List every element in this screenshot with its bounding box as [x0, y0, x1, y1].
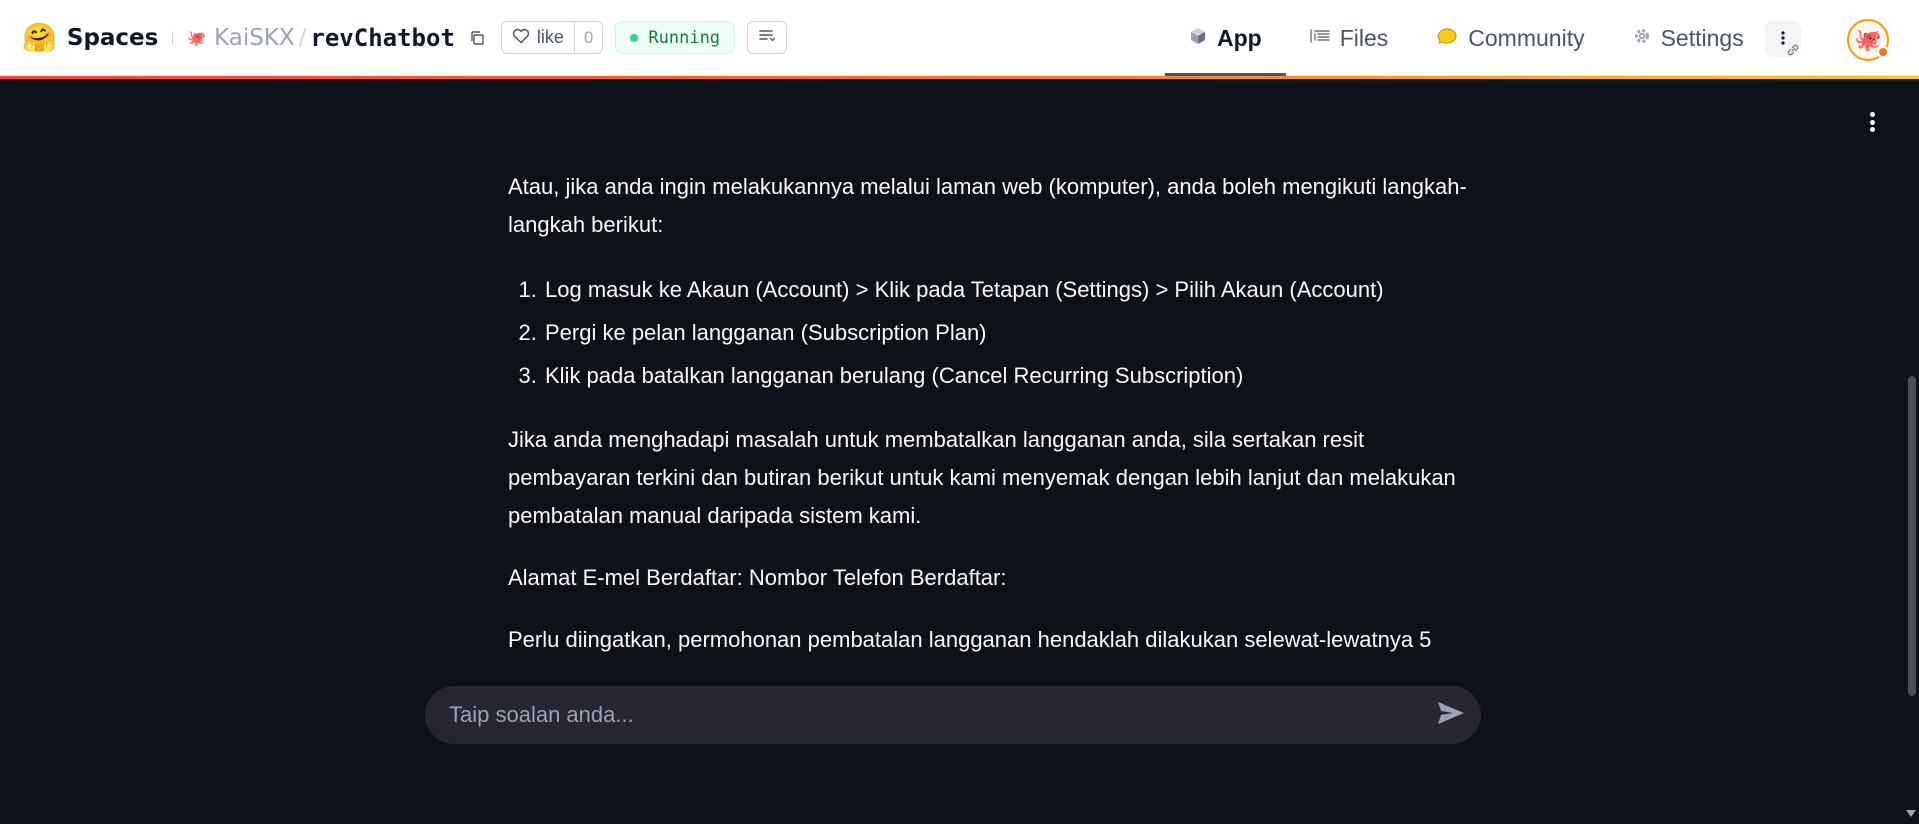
like-main[interactable]: like	[502, 22, 574, 53]
tab-community[interactable]: Community	[1412, 0, 1608, 76]
send-button[interactable]	[1421, 686, 1481, 744]
owner-avatar-icon: 🐙	[187, 28, 207, 47]
files-icon	[1310, 28, 1330, 48]
app-main-menu-icon[interactable]	[1862, 110, 1882, 134]
like-count[interactable]: 0	[573, 22, 602, 53]
header-divider	[172, 30, 174, 45]
repo-name-link[interactable]: revChatbot	[310, 24, 455, 52]
community-icon	[1436, 27, 1458, 49]
notification-dot	[1877, 46, 1889, 58]
breadcrumb-separator: /	[298, 24, 307, 51]
space-menu-button[interactable]	[747, 21, 788, 54]
step-item: Klik pada batalkan langganan berulang (C…	[543, 354, 1468, 397]
status-dot-icon	[630, 33, 639, 42]
scrollbar-thumb[interactable]	[1908, 376, 1916, 696]
steps-list: Log masuk ke Akaun (Account) > Klik pada…	[543, 268, 1468, 397]
link-icon	[1786, 42, 1800, 61]
top-header: 🤗 Spaces 🐙 KaiSKX / revChatbot like 0 Ru…	[0, 0, 1919, 76]
step-item: Pergi ke pelan langganan (Subscription P…	[543, 311, 1468, 354]
message-paragraph: Perlu diingatkan, permohonan pembatalan …	[508, 627, 1432, 652]
tab-settings-label: Settings	[1660, 24, 1744, 51]
gear-icon	[1633, 27, 1651, 49]
chat-message-area: Atau, jika anda ingin melakukannya melal…	[508, 168, 1468, 665]
tab-app-label: App	[1217, 24, 1262, 51]
spaces-brand[interactable]: 🤗 Spaces	[22, 20, 159, 54]
space-tabs: App Files Community Settings	[1165, 0, 1768, 76]
tab-community-label: Community	[1468, 24, 1585, 51]
tab-app[interactable]: App	[1165, 0, 1286, 76]
brand-title: Spaces	[66, 24, 159, 51]
hugging-face-logo-icon: 🤗	[22, 20, 57, 54]
vertical-dots-icon	[1781, 30, 1785, 49]
tab-files-label: Files	[1339, 24, 1389, 51]
chat-input-bar	[425, 686, 1481, 744]
chat-input[interactable]	[425, 686, 1421, 744]
repo-breadcrumb: 🐙 KaiSKX / revChatbot	[187, 24, 455, 52]
step-item: Log masuk ke Akaun (Account) > Klik pada…	[543, 268, 1468, 311]
cube-icon	[1189, 27, 1207, 49]
send-icon	[1437, 701, 1465, 729]
status-badge[interactable]: Running	[615, 21, 736, 54]
message-paragraph: Alamat E-mel Berdaftar: Nombor Telefon B…	[508, 565, 1007, 590]
status-text: Running	[648, 27, 721, 48]
user-avatar[interactable]: 🐙	[1847, 19, 1889, 61]
copy-icon[interactable]	[467, 28, 487, 48]
repo-owner-link[interactable]: KaiSKX	[214, 25, 295, 51]
tab-settings[interactable]: Settings	[1609, 0, 1768, 76]
tab-files[interactable]: Files	[1286, 0, 1413, 76]
header-accent-line	[0, 76, 1919, 79]
scroll-down-arrow-icon[interactable]	[1906, 810, 1916, 817]
like-label: like	[536, 27, 564, 47]
message-paragraph: Jika anda menghadapi masalah untuk memba…	[508, 427, 1456, 528]
like-button[interactable]: like 0	[500, 21, 604, 54]
message-intro: Atau, jika anda ingin melakukannya melal…	[508, 174, 1467, 237]
heart-icon	[512, 28, 530, 48]
list-menu-icon	[759, 28, 776, 47]
